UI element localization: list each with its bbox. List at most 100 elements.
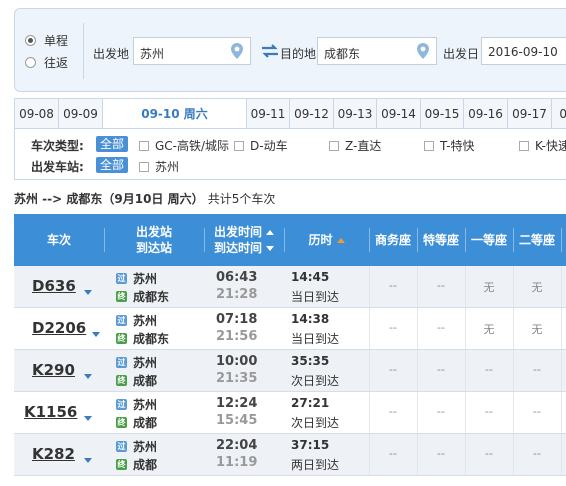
seat-second: 无 [531, 323, 543, 336]
checkbox[interactable] [234, 140, 244, 151]
to-station: 终成都东 [116, 288, 169, 305]
filter-z[interactable]: Z-直达 [329, 137, 381, 154]
checkbox[interactable] [139, 161, 149, 172]
date-tab[interactable]: 09-12 [290, 99, 334, 129]
location-pin-icon[interactable] [228, 42, 246, 60]
cell-divider [561, 434, 562, 475]
location-pin-icon[interactable] [414, 42, 432, 60]
radio-round-trip[interactable] [25, 56, 36, 68]
filter-d[interactable]: D-动车 [234, 137, 288, 154]
train-type-label: 车次类型: [31, 139, 84, 153]
date-tab[interactable]: 09-11 [247, 99, 290, 129]
seat-first: -- [485, 447, 493, 460]
date-input[interactable]: 2016-09-10 [481, 37, 566, 65]
train-number-link[interactable]: K1156 [24, 403, 77, 421]
cell-divider [369, 350, 370, 391]
seat-premium: -- [437, 279, 445, 292]
date-tab[interactable]: 09-14 [377, 99, 421, 129]
chevron-down-icon[interactable] [84, 458, 92, 463]
header-second: 二等座 [513, 214, 561, 266]
date-tabs: 09-08 09-09 09-10 周六 09-11 09-12 09-13 0… [14, 98, 566, 130]
pass-badge-icon: 过 [116, 315, 127, 326]
header-dep-time-sort[interactable]: 出发时间 [214, 224, 274, 240]
train-number-link[interactable]: D636 [32, 277, 76, 295]
cell-divider [513, 308, 514, 349]
checkbox[interactable] [139, 140, 149, 151]
checkbox[interactable] [329, 140, 339, 151]
sort-up-icon[interactable] [336, 237, 345, 243]
cell-divider [513, 350, 514, 391]
seat-business: -- [389, 279, 397, 292]
train-type-all-button[interactable]: 全部 [96, 136, 129, 152]
cell-divider [369, 392, 370, 433]
swap-icon[interactable] [261, 44, 279, 58]
seat-business: -- [389, 447, 397, 460]
filter-station-suzhou[interactable]: 苏州 [139, 158, 179, 175]
date-label: 出发日 [443, 47, 480, 61]
search-panel: 单程 往返 出发地 苏州 目的地 成都东 出发日 2016-09-10 [14, 8, 566, 92]
seat-premium: -- [437, 363, 445, 376]
trip-round[interactable]: 往返 [25, 51, 85, 73]
date-tab[interactable]: 09-17 [508, 99, 552, 129]
date-tab-active[interactable]: 09-10 周六 [103, 99, 247, 130]
chevron-down-icon[interactable] [84, 290, 92, 295]
cell-divider [417, 392, 418, 433]
cell-divider [369, 434, 370, 475]
checkbox[interactable] [424, 140, 434, 151]
date-tab[interactable]: 09-13 [334, 99, 377, 129]
station-all-button[interactable]: 全部 [96, 157, 129, 173]
seat-business: -- [389, 405, 397, 418]
to-station-name: 成都 [133, 458, 158, 472]
cell-divider [465, 434, 466, 475]
header-time[interactable]: 出发时间 到达时间 [204, 214, 284, 266]
train-number-link[interactable]: K290 [32, 361, 75, 379]
table-row: K1156 过苏州 终成都 12:24 15:45 27:21 次日到达 -- … [14, 392, 566, 434]
cell-divider [465, 350, 466, 391]
chevron-down-icon[interactable] [92, 332, 100, 337]
header-from-station: 出发站 [135, 225, 172, 239]
from-station-name: 苏州 [133, 272, 158, 286]
header-arr-time-sort[interactable]: 到达时间 [214, 240, 274, 256]
date-tab[interactable]: 09-16 [464, 99, 508, 129]
filter-station-label: 苏州 [155, 160, 180, 174]
duration: 14:38 [291, 312, 330, 326]
sort-up-icon[interactable] [266, 230, 274, 235]
seat-business: -- [389, 321, 397, 334]
seat-second: -- [533, 363, 541, 376]
train-number-link[interactable]: K282 [32, 445, 75, 463]
header-business-label: 商务座 [374, 233, 411, 247]
from-station-name: 苏州 [133, 314, 158, 328]
departure-time: 06:43 [216, 270, 258, 285]
pass-badge-icon: 过 [116, 441, 127, 452]
radio-one-way[interactable] [25, 34, 36, 46]
arrival-day: 次日到达 [291, 416, 340, 430]
cell-divider [513, 266, 514, 307]
seat-first: -- [485, 363, 493, 376]
sort-down-icon[interactable] [266, 246, 274, 251]
cell-divider [561, 350, 562, 391]
departure-time: 22:04 [216, 438, 258, 453]
date-tab[interactable]: 09-09 [59, 99, 103, 129]
departure-time: 10:00 [216, 354, 258, 369]
date-tab[interactable]: 09-15 [421, 99, 464, 129]
header-train-label: 车次 [46, 233, 71, 247]
trip-one-way[interactable]: 单程 [25, 29, 85, 51]
trip-round-label: 往返 [44, 55, 69, 70]
filter-k[interactable]: K-快速 [519, 137, 566, 154]
from-station-input[interactable]: 苏州 [133, 37, 251, 65]
header-duration[interactable]: 历时 [284, 214, 369, 266]
filter-gc[interactable]: GC-高铁/城际 [139, 137, 229, 154]
from-label: 出发地 [93, 47, 130, 61]
date-tab[interactable]: 09-08 [15, 99, 59, 129]
chevron-down-icon[interactable] [84, 416, 92, 421]
date-tab[interactable]: 09 [552, 99, 566, 129]
filter-t[interactable]: T-特快 [424, 137, 475, 154]
header-train[interactable]: 车次 [14, 214, 104, 266]
to-station-name: 成都 [133, 374, 158, 388]
checkbox[interactable] [519, 140, 529, 151]
duration: 37:15 [291, 438, 330, 452]
train-number-link[interactable]: D2206 [32, 319, 86, 337]
to-station-input[interactable]: 成都东 [317, 37, 437, 65]
arrival-time: 11:19 [216, 455, 258, 470]
chevron-down-icon[interactable] [84, 374, 92, 379]
